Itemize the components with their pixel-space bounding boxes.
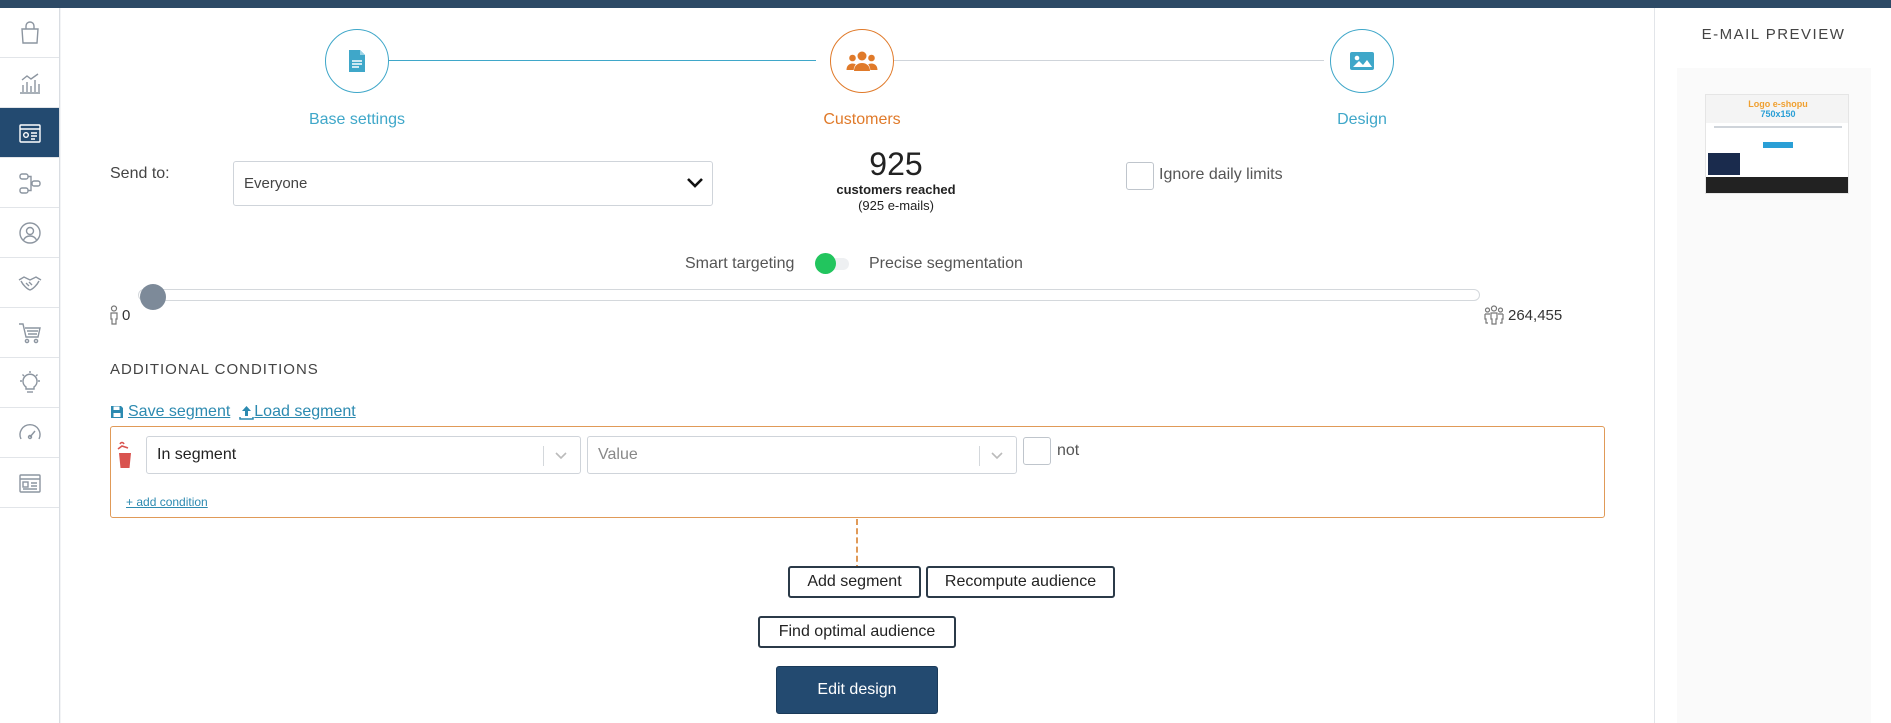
segment-links: Save segment Load segment — [110, 403, 356, 421]
shopping-bag-icon — [20, 20, 39, 44]
contact-card-icon — [18, 123, 41, 143]
thumb-logo-text: Logo e-shopu — [1748, 99, 1808, 109]
recompute-audience-button[interactable]: Recompute audience — [926, 566, 1115, 598]
step-design[interactable]: Design — [1329, 29, 1395, 128]
sidebar-item-orders[interactable] — [0, 308, 59, 358]
sidebar-item-analytics[interactable] — [0, 58, 59, 108]
edit-design-button[interactable]: Edit design — [776, 666, 938, 714]
sidebar-item-customers[interactable] — [0, 208, 59, 258]
step-label: Customers — [823, 111, 901, 128]
thumb-cta — [1763, 142, 1793, 148]
step-customers[interactable]: Customers — [823, 29, 901, 128]
segment-value-select[interactable]: Value — [587, 436, 1017, 474]
sidebar-item-campaigns[interactable] — [0, 108, 59, 158]
users-icon — [846, 51, 878, 71]
lightbulb-icon — [19, 370, 40, 393]
sidebar-item-partners[interactable] — [0, 258, 59, 308]
sidebar-item-performance[interactable] — [0, 408, 59, 458]
save-segment-link[interactable]: Save segment — [128, 403, 230, 421]
document-icon — [349, 50, 365, 72]
segment-type-select[interactable]: In segment — [146, 436, 581, 474]
toggle-knob — [815, 253, 836, 274]
thumb-logo-size: 750x150 — [1760, 109, 1796, 119]
chevron-down-icon — [555, 452, 567, 460]
condition-box: In segment Value not + add condition — [110, 426, 1605, 518]
conditions-title: ADDITIONAL CONDITIONS — [110, 361, 319, 378]
audience-slider-track[interactable] — [138, 289, 1480, 301]
slider-max-label: 264,455 — [1508, 307, 1563, 324]
load-segment-link[interactable]: Load segment — [254, 403, 355, 421]
bar-chart-icon — [19, 72, 40, 94]
segment-type-value: In segment — [157, 446, 237, 463]
chevron-down-icon — [687, 178, 703, 188]
step-connector-pending — [884, 60, 1324, 61]
top-bar — [0, 0, 1891, 8]
step-label: Design — [1337, 111, 1387, 128]
person-icon — [110, 305, 118, 325]
preview-title: E-MAIL PREVIEW — [1701, 26, 1846, 43]
ignore-limits-checkbox[interactable] — [1126, 162, 1154, 190]
step-label: Base settings — [308, 111, 406, 128]
reach-summary: 925 customers reached (925 e-mails) — [821, 146, 971, 214]
preview-card: Logo e-shopu 750x150 — [1677, 68, 1871, 723]
step-base-settings[interactable]: Base settings — [309, 29, 405, 128]
upload-icon — [239, 405, 255, 420]
step-base-settings-circle — [325, 29, 389, 93]
group-icon — [1484, 305, 1504, 325]
list-card-icon — [18, 473, 41, 493]
save-icon — [111, 406, 123, 418]
segment-value-placeholder: Value — [598, 446, 638, 463]
ignore-limits-label: Ignore daily limits — [1159, 166, 1283, 183]
precise-segmentation-label: Precise segmentation — [869, 255, 1023, 272]
image-icon — [1350, 52, 1374, 70]
send-to-label: Send to: — [110, 165, 170, 182]
trash-icon[interactable] — [116, 441, 134, 469]
sidebar-item-shop[interactable] — [0, 8, 59, 58]
step-design-circle — [1330, 29, 1394, 93]
add-segment-button[interactable]: Add segment — [788, 566, 921, 598]
smart-targeting-label: Smart targeting — [685, 255, 795, 272]
workflow-icon — [18, 172, 41, 194]
thumb-nav — [1714, 126, 1842, 128]
step-customers-circle — [830, 29, 894, 93]
user-circle-icon — [18, 221, 41, 244]
select-separator — [979, 446, 980, 466]
reach-label: customers reached — [836, 182, 956, 197]
reach-emails: (925 e-mails) — [858, 198, 934, 213]
step-connector-done — [388, 60, 816, 61]
send-to-select[interactable]: Everyone — [233, 161, 713, 206]
sidebar-item-automation[interactable] — [0, 158, 59, 208]
slider-min-label: 0 — [122, 307, 131, 324]
gauge-icon — [18, 423, 41, 439]
send-to-value: Everyone — [244, 175, 308, 192]
audience-slider-handle[interactable] — [140, 284, 166, 310]
email-preview-panel: E-MAIL PREVIEW Logo e-shopu 750x150 — [1654, 8, 1891, 723]
email-preview-thumbnail[interactable]: Logo e-shopu 750x150 — [1705, 94, 1849, 194]
cart-icon — [18, 322, 41, 343]
sidebar-item-lists[interactable] — [0, 458, 59, 508]
not-checkbox[interactable] — [1023, 437, 1051, 465]
targeting-toggle[interactable] — [815, 253, 851, 274]
sidebar — [0, 8, 60, 723]
not-label: not — [1057, 442, 1080, 459]
segment-connector — [856, 519, 858, 571]
reach-count: 925 — [869, 146, 923, 182]
find-optimal-audience-button[interactable]: Find optimal audience — [758, 616, 956, 648]
select-separator — [543, 446, 544, 466]
sidebar-item-recommendations[interactable] — [0, 358, 59, 408]
main-content: Base settings Customers Design Send to: … — [61, 8, 1654, 723]
chevron-down-icon — [991, 452, 1003, 460]
thumb-image — [1708, 153, 1740, 175]
handshake-icon — [18, 275, 41, 291]
thumb-footer — [1706, 177, 1848, 193]
add-condition-link[interactable]: + add condition — [126, 495, 208, 509]
